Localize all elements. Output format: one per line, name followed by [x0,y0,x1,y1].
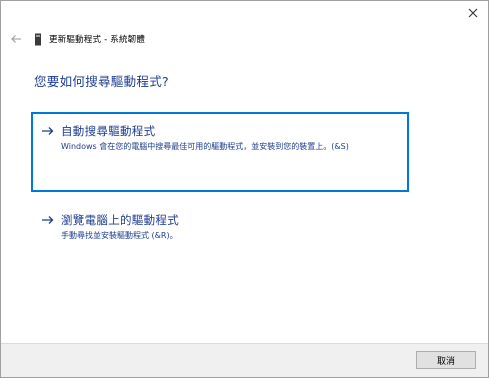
arrow-right-icon [41,215,54,225]
dialog-footer: 取消 [1,343,488,377]
back-button[interactable] [10,33,22,45]
option-description: 手動尋找並安裝驅動程式 (&R)。 [61,231,178,240]
search-automatically-option[interactable]: 自動搜尋驅動程式 Windows 會在您的電腦中搜尋最佳可用的驅動程式，並安裝到… [31,112,409,192]
dialog-title: 更新驅動程式 - 系統韌體 [49,35,146,45]
option-description: Windows 會在您的電腦中搜尋最佳可用的驅動程式，並安裝到您的裝置上。(&S… [61,142,349,151]
arrow-right-icon [41,126,54,136]
page-heading: 您要如何搜尋驅動程式? [34,74,169,89]
dialog-window: 更新驅動程式 - 系統韌體 您要如何搜尋驅動程式? 自動搜尋驅動程式 Windo… [0,0,489,378]
close-icon [468,8,478,18]
close-button[interactable] [460,3,486,23]
dialog-title-bar: 更新驅動程式 - 系統韌體 [10,31,448,47]
option-title: 自動搜尋驅動程式 [61,124,156,138]
browse-computer-option[interactable]: 瀏覽電腦上的驅動程式 手動尋找並安裝驅動程式 (&R)。 [31,201,409,245]
device-icon [33,33,43,46]
cancel-button[interactable]: 取消 [416,351,476,369]
option-title: 瀏覽電腦上的驅動程式 [61,213,179,227]
back-arrow-icon [11,35,21,43]
